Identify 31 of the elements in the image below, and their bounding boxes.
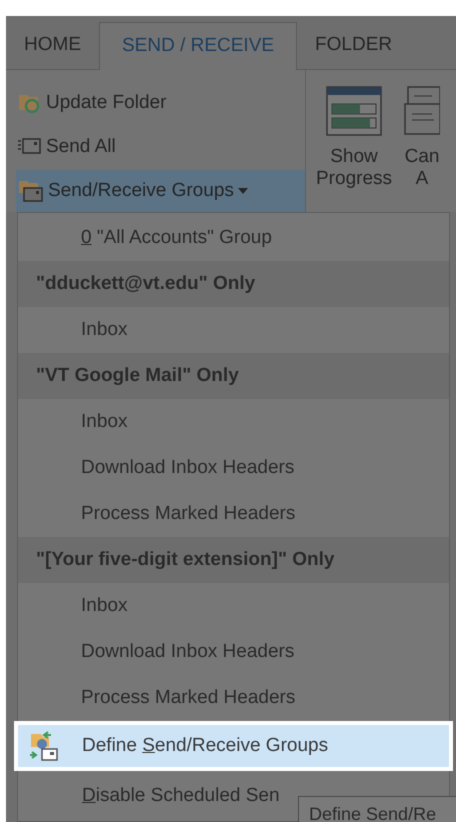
menu-item[interactable]: Define Send/Receive Groups: [14, 721, 453, 771]
button-label-line: Show: [330, 146, 378, 168]
send-mail-icon: [18, 137, 42, 157]
menu-item[interactable]: 0 "All Accounts" Group: [18, 215, 449, 261]
sync-groups-icon: [28, 730, 60, 762]
menu-item[interactable]: Download Inbox Headers: [18, 445, 449, 491]
ribbon-command[interactable]: Send/Receive Groups: [16, 170, 305, 212]
ribbon-tab[interactable]: FOLDER: [297, 21, 410, 69]
menu-item[interactable]: Process Marked Headers: [18, 675, 449, 721]
ribbon-tab[interactable]: SEND / RECEIVE: [99, 22, 298, 70]
ribbon-large-button[interactable]: Can A: [404, 86, 440, 212]
menu-group-header: "dduckett@vt.edu" Only: [18, 261, 449, 307]
progress-window-icon: [326, 86, 382, 136]
button-label-line: Can: [404, 146, 440, 168]
folder-mail-icon: [18, 179, 44, 203]
button-label-line: A: [416, 168, 428, 190]
button-label-line: Progress: [316, 168, 392, 190]
menu-item[interactable]: Download Inbox Headers: [18, 629, 449, 675]
menu-group-header: "VT Google Mail" Only: [18, 353, 449, 399]
folder-sync-icon: [18, 92, 42, 114]
tooltip: Define Send/Re: [298, 796, 456, 822]
menu-item[interactable]: Inbox: [18, 583, 449, 629]
ribbon-command[interactable]: Update Folder: [16, 82, 305, 124]
message-stack-icon: [404, 86, 440, 136]
ribbon-tab[interactable]: HOME: [6, 21, 99, 69]
ribbon-command[interactable]: Send All: [16, 126, 305, 168]
menu-item[interactable]: Process Marked Headers: [18, 491, 449, 537]
ribbon-large-button[interactable]: Show Progress: [316, 86, 392, 212]
menu-item[interactable]: Inbox: [18, 307, 449, 353]
menu-group-header: "[Your five-digit extension]" Only: [18, 537, 449, 583]
menu-item[interactable]: Inbox: [18, 399, 449, 445]
